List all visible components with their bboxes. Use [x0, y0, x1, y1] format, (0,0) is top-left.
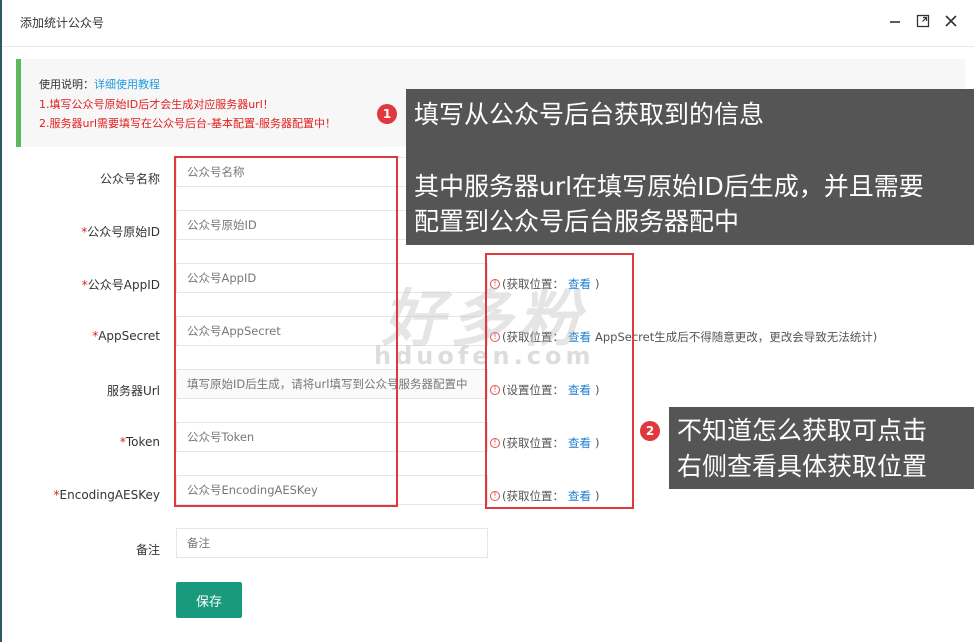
- remark-input[interactable]: 备注: [176, 528, 488, 558]
- annotation-box-inputs: [174, 156, 398, 507]
- annotation-callout-1: 填写从公众号后台获取到的信息 其中服务器url在填写原始ID后生成，并且需要 配…: [406, 89, 974, 245]
- annotation-marker-2: 2: [640, 421, 660, 441]
- notice-line-2: 2.服务器url需要填写在公众号后台-基本配置-服务器配置中！: [39, 117, 336, 130]
- annotation-box-hints: [485, 253, 634, 509]
- label-appid: *公众号AppID: [81, 278, 160, 292]
- callout-2-line-1: 不知道怎么获取可点击: [677, 416, 928, 445]
- label-account-name: 公众号名称: [99, 172, 160, 186]
- callout-1-line-2: 其中服务器url在填写原始ID后生成，并且需要: [414, 172, 924, 201]
- callout-1-line-3: 配置到公众号后台服务器配中: [414, 207, 740, 236]
- dialog-titlebar: 添加统计公众号: [2, 0, 974, 47]
- dialog-title: 添加统计公众号: [20, 16, 105, 30]
- label-encoding-aes-key: *EncodingAESKey: [53, 488, 160, 502]
- label-token: *Token: [119, 435, 160, 449]
- save-button[interactable]: 保存: [176, 582, 242, 618]
- annotation-marker-1: 1: [377, 104, 397, 124]
- notice-prefix: 使用说明：: [39, 78, 94, 91]
- minimize-icon[interactable]: [886, 12, 904, 30]
- tutorial-link[interactable]: 详细使用教程: [94, 78, 160, 91]
- label-original-id: *公众号原始ID: [81, 225, 160, 239]
- notice-line-1: 1.填写公众号原始ID后才会生成对应服务器url！: [39, 98, 274, 111]
- callout-2-line-2: 右侧查看具体获取位置: [677, 452, 928, 481]
- close-icon[interactable]: [942, 12, 960, 30]
- label-appsecret: *AppSecret: [92, 329, 160, 343]
- label-remark: 备注: [135, 543, 160, 557]
- add-account-dialog: 添加统计公众号 使用说明：详细使用教程 1.填写公众号原始ID后才会生成对应服务…: [2, 0, 974, 642]
- callout-1-line-1: 填写从公众号后台获取到的信息: [414, 100, 765, 129]
- maximize-icon[interactable]: [914, 12, 932, 30]
- label-server-url: 服务器Url: [106, 384, 160, 398]
- annotation-callout-2: 不知道怎么获取可点击 右侧查看具体获取位置: [669, 407, 974, 489]
